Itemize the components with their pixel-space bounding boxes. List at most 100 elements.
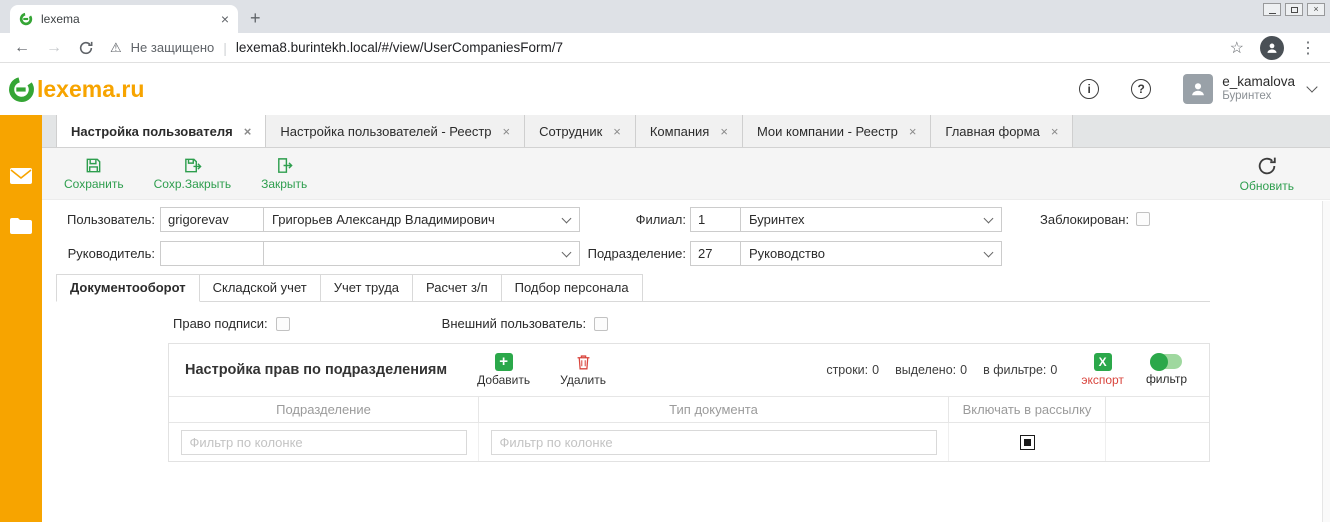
bookmark-star-icon[interactable]: ☆ bbox=[1230, 38, 1244, 58]
filter-toggle-button[interactable]: фильтр bbox=[1146, 354, 1187, 386]
tab-close-icon[interactable]: × bbox=[613, 124, 621, 139]
info-icon[interactable]: i bbox=[1079, 79, 1099, 99]
close-label: Закрыть bbox=[261, 177, 307, 191]
tab-users-registry[interactable]: Настройка пользователей - Реестр × bbox=[266, 115, 525, 147]
omnibox[interactable]: ⚠ Не защищено | lexema8.burintekh.local/… bbox=[110, 40, 1214, 56]
tab-labor[interactable]: Учет труда bbox=[320, 274, 413, 301]
folder-icon[interactable] bbox=[9, 217, 33, 236]
tab-close-icon[interactable]: × bbox=[1051, 124, 1059, 139]
column-header-department: Подразделение bbox=[169, 397, 479, 422]
save-close-button[interactable]: Сохр.Закрыть bbox=[154, 156, 231, 191]
add-row-button[interactable]: + Добавить bbox=[477, 353, 530, 387]
external-user-checkbox[interactable] bbox=[594, 317, 608, 331]
delete-row-button[interactable]: Удалить bbox=[560, 353, 606, 387]
doc-type-filter-input[interactable] bbox=[491, 430, 937, 455]
tab-close-icon[interactable]: × bbox=[503, 124, 511, 139]
maximize-button[interactable] bbox=[1285, 3, 1303, 16]
filter-cell-doc-type bbox=[479, 423, 949, 461]
tab-my-companies-registry[interactable]: Мои компании - Реестр × bbox=[743, 115, 931, 147]
main-area: Настройка пользователя × Настройка пользо… bbox=[42, 115, 1330, 522]
department-name-value: Руководство bbox=[749, 246, 825, 261]
tab-label: Мои компании - Реестр bbox=[757, 124, 898, 139]
blocked-label: Заблокирован: bbox=[1040, 212, 1129, 227]
refresh-label: Обновить bbox=[1240, 179, 1294, 193]
grid-counters: строки: 0 выделено: 0 в фильтре: 0 bbox=[826, 363, 1057, 377]
export-excel-button[interactable]: X экспорт bbox=[1081, 353, 1124, 387]
department-label: Подразделение: bbox=[586, 246, 686, 261]
save-close-label: Сохр.Закрыть bbox=[154, 177, 231, 191]
user-menu[interactable]: e_kamalova Буринтех bbox=[1183, 74, 1316, 104]
tab-user-settings[interactable]: Настройка пользователя × bbox=[56, 115, 266, 147]
forward-icon[interactable]: → bbox=[46, 40, 62, 56]
tab-close-icon[interactable]: × bbox=[720, 124, 728, 139]
window-controls: × bbox=[1263, 3, 1325, 16]
branch-code-input[interactable] bbox=[690, 207, 741, 232]
tab-employee[interactable]: Сотрудник × bbox=[525, 115, 636, 147]
filter-label: фильтр bbox=[1146, 372, 1187, 386]
minimize-button[interactable] bbox=[1263, 3, 1281, 16]
tab-company[interactable]: Компания× bbox=[636, 115, 743, 147]
rows-counter: строки: 0 bbox=[826, 363, 879, 377]
tab-recruitment[interactable]: Подбор персонала bbox=[501, 274, 643, 301]
refresh-button[interactable]: Обновить bbox=[1240, 155, 1294, 193]
mail-icon[interactable] bbox=[9, 167, 33, 185]
tab-label: Настройка пользователей - Реестр bbox=[280, 124, 491, 139]
selected-counter-label: выделено: bbox=[895, 363, 956, 377]
department-name-select[interactable]: Руководство bbox=[741, 241, 1002, 266]
blocked-checkbox[interactable] bbox=[1136, 212, 1150, 226]
section-tab-bar: Документооборот Складской учет Учет труд… bbox=[56, 274, 1210, 302]
user-info: e_kamalova Буринтех bbox=[1222, 74, 1295, 104]
rows-counter-label: строки: bbox=[826, 363, 868, 377]
browser-profile-avatar[interactable] bbox=[1260, 36, 1284, 60]
manager-select[interactable] bbox=[264, 241, 580, 266]
user-name: e_kamalova bbox=[1222, 74, 1295, 90]
tab-close-icon[interactable]: × bbox=[909, 124, 917, 139]
filtered-counter-value: 0 bbox=[1050, 363, 1057, 377]
tab-label: Настройка пользователя bbox=[71, 124, 233, 139]
toggle-knob bbox=[1150, 353, 1168, 371]
browser-menu-icon[interactable]: ⋮ bbox=[1300, 38, 1316, 58]
back-icon[interactable]: ← bbox=[14, 40, 30, 56]
tab-label: Сотрудник bbox=[539, 124, 602, 139]
toggle-switch bbox=[1150, 354, 1182, 369]
security-label: Не защищено bbox=[131, 40, 215, 55]
reload-icon[interactable] bbox=[78, 40, 94, 56]
close-form-button[interactable]: Закрыть bbox=[261, 156, 307, 191]
lexema-logo-icon bbox=[8, 76, 35, 103]
department-filter-input[interactable] bbox=[181, 430, 467, 455]
sign-right-checkbox[interactable] bbox=[276, 317, 290, 331]
filtered-counter-label: в фильтре: bbox=[983, 363, 1046, 377]
panel-header: Настройка прав по подразделениям + Добав… bbox=[169, 344, 1209, 396]
save-button[interactable]: Сохранить bbox=[64, 156, 124, 191]
mailing-filter-checkbox[interactable] bbox=[1020, 435, 1035, 450]
exit-door-icon bbox=[275, 156, 294, 175]
browser-addressbar: ← → ⚠ Не защищено | lexema8.burintekh.lo… bbox=[0, 33, 1330, 63]
form-row-user: Пользователь: Григорьев Александр Владим… bbox=[42, 206, 1330, 232]
user-login-input[interactable] bbox=[160, 207, 264, 232]
user-company: Буринтех bbox=[1222, 90, 1295, 104]
branch-name-select[interactable]: Буринтех bbox=[741, 207, 1002, 232]
browser-titlebar: lexema × + × bbox=[0, 0, 1330, 33]
save-label: Сохранить bbox=[64, 177, 124, 191]
help-icon[interactable]: ? bbox=[1131, 79, 1151, 99]
tab-warehouse[interactable]: Складской учет bbox=[199, 274, 321, 301]
manager-input[interactable] bbox=[160, 241, 264, 266]
tab-payroll[interactable]: Расчет з/п bbox=[412, 274, 502, 301]
chevron-down-icon bbox=[562, 213, 572, 223]
tab-main-form[interactable]: Главная форма× bbox=[931, 115, 1073, 147]
department-code-input[interactable] bbox=[690, 241, 741, 266]
new-tab-button[interactable]: + bbox=[238, 8, 273, 33]
user-avatar bbox=[1183, 74, 1213, 104]
save-close-icon bbox=[183, 156, 202, 175]
sidebar bbox=[0, 115, 42, 522]
tab-document-flow[interactable]: Документооборот bbox=[56, 274, 200, 302]
user-fio-select[interactable]: Григорьев Александр Владимирович bbox=[264, 207, 580, 232]
url-separator: | bbox=[223, 40, 227, 56]
close-window-button[interactable]: × bbox=[1307, 3, 1325, 16]
column-header-include-mailing: Включать в рассылку bbox=[949, 397, 1106, 422]
browser-tab-close-icon[interactable]: × bbox=[221, 12, 229, 26]
export-label: экспорт bbox=[1081, 373, 1124, 387]
vertical-scrollbar[interactable] bbox=[1322, 201, 1330, 522]
browser-tab[interactable]: lexema × bbox=[10, 5, 238, 33]
tab-close-icon[interactable]: × bbox=[244, 124, 252, 139]
